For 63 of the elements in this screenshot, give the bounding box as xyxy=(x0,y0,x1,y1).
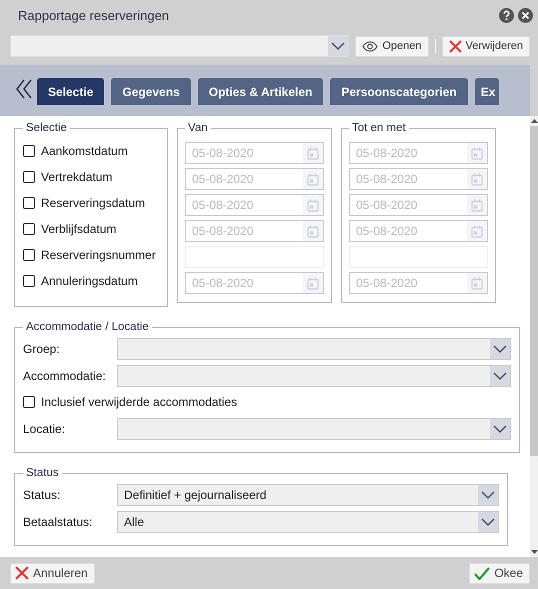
close-icon xyxy=(448,40,462,52)
checkbox-label: Reserveringsnummer xyxy=(41,248,156,262)
group-legend: Status xyxy=(23,467,62,479)
field-label: Accommodatie: xyxy=(23,368,107,382)
calendar-icon xyxy=(307,276,319,290)
calendar-icon xyxy=(307,224,319,238)
checkbox-label: Inclusief verwijderde accommodaties xyxy=(41,395,238,409)
close-icon[interactable] xyxy=(518,8,533,22)
chevron-down-icon xyxy=(481,518,495,526)
scrollbar[interactable] xyxy=(530,116,538,557)
chevron-down-icon xyxy=(493,372,507,380)
chevron-down-icon xyxy=(493,424,507,432)
group-legend: Tot en met xyxy=(349,122,409,134)
checkbox-label: Annuleringsdatum xyxy=(41,274,138,288)
dropdown[interactable]: Alle xyxy=(117,510,499,532)
cancel-button[interactable]: Annuleren xyxy=(10,562,95,584)
calendar-icon xyxy=(471,146,483,160)
field-label: Locatie: xyxy=(23,422,66,436)
checkbox[interactable] xyxy=(23,396,35,408)
field-label: Betaalstatus: xyxy=(23,514,94,528)
double-chevron-left-icon[interactable] xyxy=(16,79,32,99)
tab[interactable]: Gegevens xyxy=(111,78,191,105)
checkbox[interactable] xyxy=(23,145,35,157)
close-icon xyxy=(15,566,29,580)
checkbox[interactable] xyxy=(23,223,35,235)
group-legend: Selectie xyxy=(23,122,70,134)
checkbox-label: Verblijfsdatum xyxy=(41,222,116,236)
calendar-icon xyxy=(471,172,483,186)
eye-icon xyxy=(362,40,378,52)
calendar-icon xyxy=(471,276,483,290)
chevron-down-icon xyxy=(493,344,507,352)
checkbox[interactable] xyxy=(23,171,35,183)
checkbox[interactable] xyxy=(23,249,35,261)
ok-button[interactable]: Okee xyxy=(469,562,530,584)
tab[interactable]: Selectie xyxy=(37,78,104,105)
help-icon[interactable] xyxy=(499,8,514,22)
chevron-down-icon xyxy=(481,490,495,498)
calendar-icon xyxy=(471,198,483,212)
group-legend: Van xyxy=(185,122,211,134)
checkbox[interactable] xyxy=(23,197,35,209)
scroll-down-icon[interactable] xyxy=(530,550,538,554)
calendar-icon xyxy=(471,224,483,238)
field-label: Status: xyxy=(23,488,62,502)
open-button[interactable]: Openen xyxy=(355,36,429,56)
group-legend: Accommodatie / Locatie xyxy=(23,321,152,333)
checkbox-label: Aankomstdatum xyxy=(41,144,128,158)
delete-button[interactable]: Verwijderen xyxy=(442,36,530,56)
scroll-up-icon[interactable] xyxy=(530,119,538,123)
checkmark-icon xyxy=(474,566,490,580)
scrollbar-thumb[interactable] xyxy=(530,126,538,456)
checkbox-label: Vertrekdatum xyxy=(41,170,112,184)
window-title: Rapportage reserveringen xyxy=(18,8,170,22)
calendar-icon xyxy=(307,198,319,212)
field-label: Groep: xyxy=(23,342,61,356)
dropdown[interactable]: Definitief + gejournaliseerd xyxy=(117,484,499,506)
calendar-icon xyxy=(307,146,319,160)
tab[interactable]: Opties & Artikelen xyxy=(198,78,324,105)
calendar-icon xyxy=(307,172,319,186)
checkbox-label: Reserveringsdatum xyxy=(41,196,146,210)
tab[interactable]: Ex xyxy=(474,78,500,105)
checkbox[interactable] xyxy=(23,275,35,287)
tab[interactable]: Persoonscategorien xyxy=(330,78,468,105)
chevron-down-icon xyxy=(331,42,346,50)
